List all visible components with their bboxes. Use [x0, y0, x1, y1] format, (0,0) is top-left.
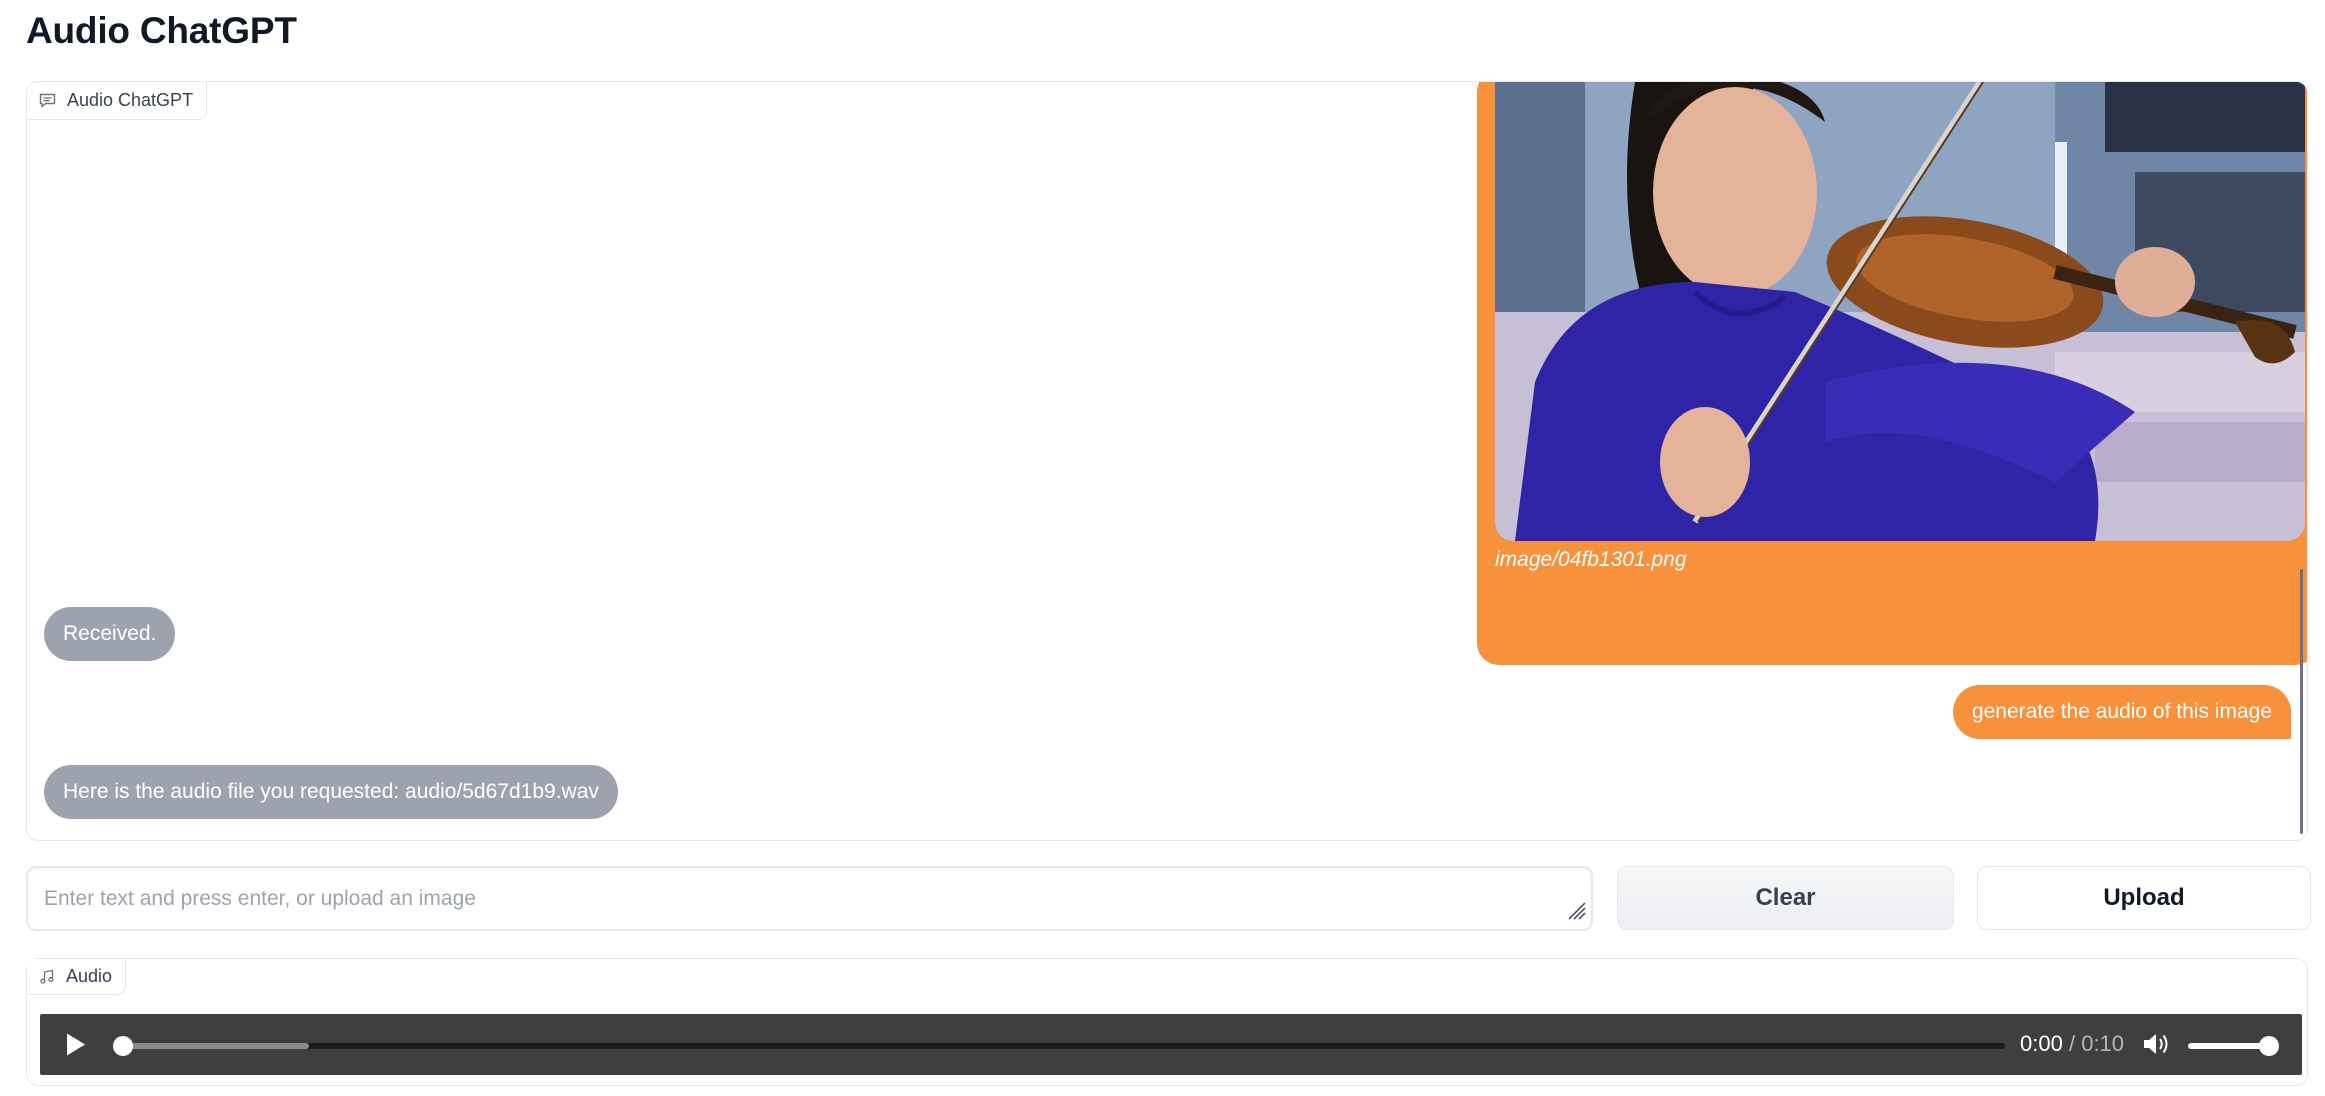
chat-bubble-icon	[39, 93, 56, 108]
time-readout: 0:00 / 0:10	[2020, 1031, 2124, 1057]
chatbot-label-text: Audio ChatGPT	[67, 90, 194, 110]
chatbot-panel: Audio ChatGPT image/04fb1301.png Receive…	[26, 81, 2308, 841]
bot-message: Here is the audio file you requested: au…	[44, 765, 618, 819]
progress-knob[interactable]	[113, 1036, 133, 1056]
time-separator: /	[2068, 1031, 2076, 1056]
user-message-text: generate the audio of this image	[1971, 700, 2272, 723]
volume-level	[2188, 1043, 2268, 1049]
bot-message-text: Here is the audio file you requested: au…	[63, 780, 599, 803]
resize-grip-icon[interactable]	[1565, 899, 1587, 926]
duration: 0:10	[2081, 1031, 2125, 1056]
audio-label: Audio	[27, 959, 127, 995]
audio-label-text: Audio	[66, 966, 113, 986]
volume-icon[interactable]	[2142, 1031, 2170, 1062]
audio-player: 0:00 / 0:10	[40, 1014, 2302, 1075]
page-title: Audio ChatGPT	[26, 10, 297, 51]
image-caption: image/04fb1301.png	[1495, 548, 1687, 571]
current-time: 0:00	[2020, 1031, 2063, 1056]
bot-message-text: Received.	[63, 622, 157, 645]
play-icon[interactable]	[64, 1031, 88, 1063]
chat-scrollbar[interactable]	[2300, 569, 2303, 834]
user-message: generate the audio of this image	[1952, 685, 2291, 739]
upload-button[interactable]: Upload	[1977, 866, 2311, 930]
audio-panel: Audio 0:00 / 0:10	[26, 958, 2308, 1086]
bot-message: Received.	[44, 607, 176, 661]
volume-slider[interactable]	[2188, 1043, 2268, 1049]
chatbot-label: Audio ChatGPT	[27, 82, 208, 120]
message-input[interactable]	[28, 868, 1591, 929]
progress-bar[interactable]	[120, 1043, 2005, 1049]
message-input-container	[26, 866, 1593, 931]
music-note-icon	[39, 969, 55, 985]
progress-buffered	[120, 1043, 309, 1049]
clear-button[interactable]: Clear	[1617, 866, 1954, 930]
volume-knob[interactable]	[2259, 1036, 2279, 1056]
uploaded-image	[1495, 82, 2305, 541]
